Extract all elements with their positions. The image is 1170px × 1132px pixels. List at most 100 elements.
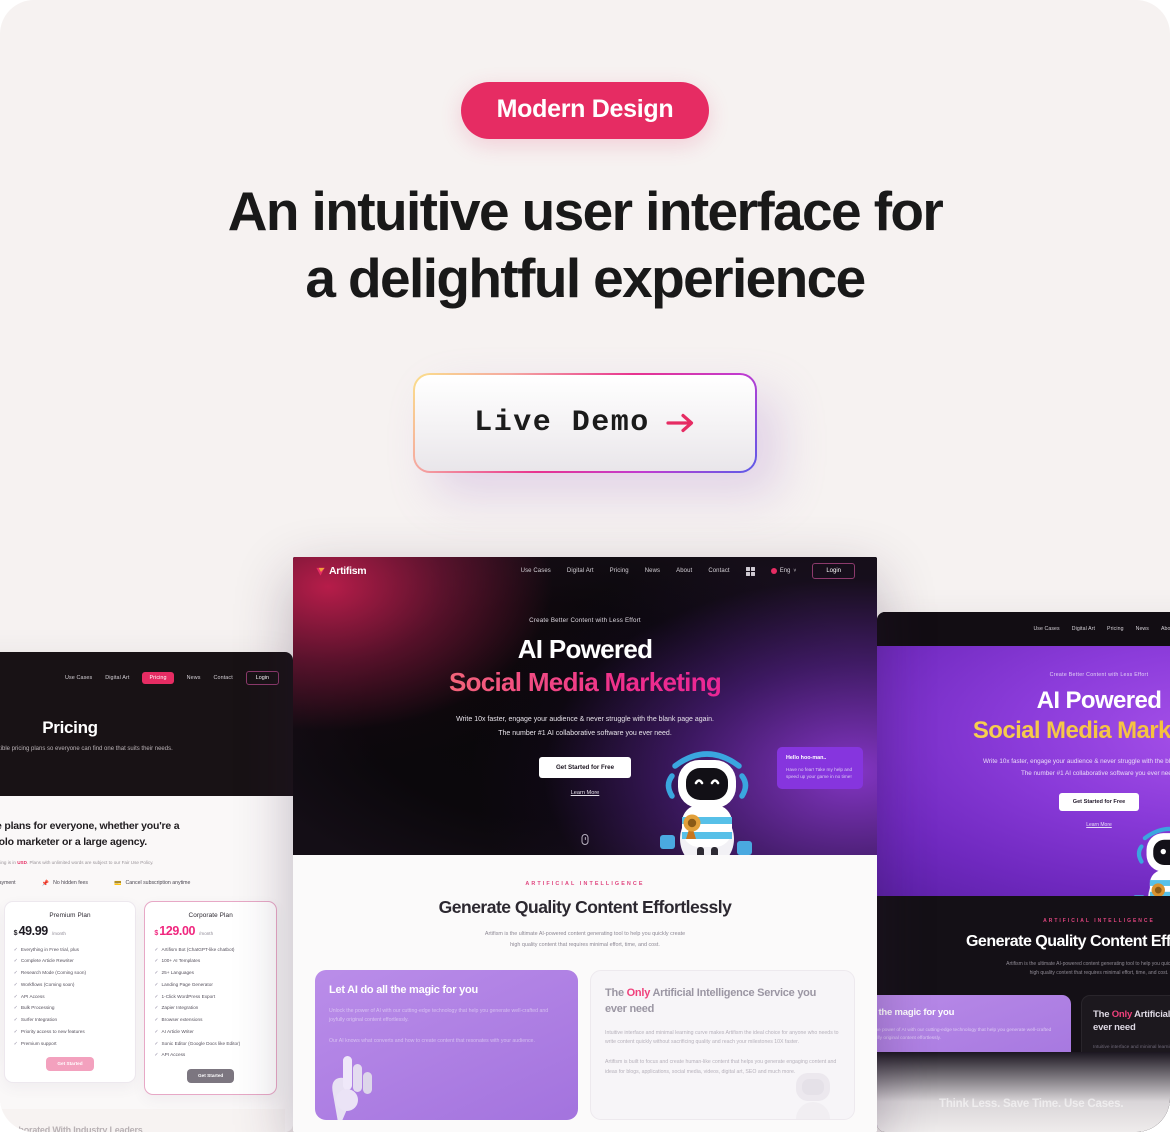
check-icon: ✓ bbox=[154, 970, 159, 977]
guarantee-secured-payment: 🔒100% secured payment bbox=[0, 880, 16, 887]
center-nav-pricing[interactable]: Pricing bbox=[610, 568, 629, 574]
center-nav-contact[interactable]: Contact bbox=[708, 568, 729, 574]
guarantee-label-0: 100% secured payment bbox=[0, 880, 16, 887]
check-icon: ✓ bbox=[13, 993, 18, 1000]
list-item: ✓ Workflows (Coming soon) bbox=[13, 981, 75, 988]
center-cards: Let AI do all the magic for you Unlock t… bbox=[293, 950, 877, 1121]
premium-period: /month bbox=[51, 930, 66, 936]
right-nav-news[interactable]: News bbox=[1136, 626, 1149, 632]
right-hero-kicker: Create Better Content with Less Effort bbox=[1049, 672, 1149, 678]
right-nav-digital-art[interactable]: Digital Art bbox=[1072, 626, 1095, 632]
left-hero-title: Pricing bbox=[42, 718, 98, 737]
center-navbar: Artifism Use Cases Digital Art Pricing N… bbox=[293, 557, 877, 585]
center-card-only-ai[interactable]: The Only Artificial Intelligence Service… bbox=[590, 970, 855, 1121]
check-icon: ✓ bbox=[154, 1052, 159, 1059]
corporate-amount: 129.00 bbox=[159, 923, 196, 938]
check-icon: ✓ bbox=[154, 993, 159, 1000]
check-icon: ✓ bbox=[154, 1028, 159, 1035]
center-hero-title-1: AI Powered bbox=[517, 634, 653, 664]
center-nav-about[interactable]: About bbox=[676, 568, 692, 574]
note-usd: USD bbox=[17, 859, 27, 865]
corporate-plan-name: Corporate Plan bbox=[188, 911, 233, 919]
center-card-magic[interactable]: Let AI do all the magic for you Unlock t… bbox=[315, 970, 578, 1121]
list-item: ✓ Priority access to new features bbox=[13, 1028, 85, 1035]
check-icon: ✓ bbox=[154, 1040, 159, 1047]
note-post: . Plans with unlimited words are subject… bbox=[26, 859, 154, 865]
center-nav-digital-art[interactable]: Digital Art bbox=[567, 568, 594, 574]
preview-left-pricing-panel[interactable]: Artifism Use Cases Digital Art Pricing N… bbox=[0, 652, 293, 1132]
right-hero: Create Better Content with Less Effort A… bbox=[877, 646, 1170, 896]
page-title: An intuitive user interface for a deligh… bbox=[0, 178, 1170, 312]
left-pricing-body: We have plans for everyone, whether you'… bbox=[0, 796, 293, 1132]
premium-cta-button[interactable]: Get Started bbox=[46, 1056, 94, 1071]
center-login-button[interactable]: Login bbox=[812, 563, 855, 579]
left-login-button[interactable]: Login bbox=[245, 671, 279, 685]
modern-design-badge: Modern Design bbox=[460, 82, 710, 139]
center-hero: Artifism Use Cases Digital Art Pricing N… bbox=[293, 557, 877, 855]
live-demo-button[interactable]: Live Demo bbox=[415, 375, 755, 471]
center-get-started-button[interactable]: Get Started for Free bbox=[538, 757, 632, 779]
grid-apps-icon[interactable] bbox=[745, 566, 755, 576]
list-item: ✓ Premium support bbox=[13, 1040, 57, 1047]
list-item: ✓ Landing Page Generator bbox=[154, 981, 213, 988]
live-demo-label: Live Demo bbox=[474, 406, 650, 440]
list-item: ✓ Surfer Integration bbox=[13, 1017, 58, 1024]
language-label: Eng bbox=[779, 568, 791, 574]
check-icon: ✓ bbox=[13, 970, 18, 977]
guarantee-cancel-anytime: 💳 Cancel subscription anytime bbox=[114, 880, 190, 887]
live-demo-gradient-border: Live Demo bbox=[413, 373, 757, 473]
right-nav-pricing[interactable]: Pricing bbox=[1107, 626, 1124, 632]
preview-right-purple-panel[interactable]: Use Cases Digital Art Pricing News About… bbox=[877, 612, 1170, 1132]
right-nav-links: Use Cases Digital Art Pricing News About… bbox=[1033, 622, 1170, 637]
corporate-cta-button[interactable]: Get Started bbox=[187, 1068, 235, 1083]
right-nav-about[interactable]: About bbox=[1161, 626, 1170, 632]
check-icon: ✓ bbox=[154, 946, 159, 953]
right-get-started-button[interactable]: Get Started for Free bbox=[1058, 793, 1140, 812]
center-section-desc: Artifism is the ultimate AI-powered cont… bbox=[484, 931, 686, 948]
center-card-a-p1: Unlock the power of AI with our cutting-… bbox=[329, 1008, 549, 1024]
center-nav-links: Use Cases Digital Art Pricing News About… bbox=[521, 563, 855, 579]
preview-stage: Artifism Use Cases Digital Art Pricing N… bbox=[0, 557, 1170, 1132]
premium-plan-name: Premium Plan bbox=[49, 911, 91, 919]
center-logo-text: Artifism bbox=[329, 565, 367, 577]
list-item: ✓ Browser extensions bbox=[154, 1017, 203, 1024]
right-section-title: Generate Quality Content Effortlessly bbox=[965, 933, 1170, 950]
list-item: ✓ 25+ Languages bbox=[154, 970, 195, 977]
headline-line-2: a delightful experience bbox=[305, 247, 866, 310]
center-nav-use-cases[interactable]: Use Cases bbox=[521, 568, 551, 574]
center-nav-news[interactable]: News bbox=[645, 568, 660, 574]
left-intro-line-1: We have plans for everyone, whether you'… bbox=[0, 820, 180, 832]
premium-features: ✓ Everything in Free trial, plus ✓ Complet… bbox=[14, 947, 127, 1047]
list-item: ✓ API Access bbox=[13, 993, 45, 1000]
left-partners-section: Collaborated With Industry Leaders Thous… bbox=[0, 1108, 285, 1132]
left-pricing-note: All pricing is in USD. Plans with unlimi… bbox=[0, 860, 285, 865]
center-section-title: Generate Quality Content Effortlessly bbox=[438, 897, 732, 917]
pricing-card-premium[interactable]: Premium Plan $ 49.99 /month ✓ Everything … bbox=[3, 900, 137, 1083]
right-nav-use-cases[interactable]: Use Cases bbox=[1033, 626, 1059, 632]
right-hero-title-2: Social Media Marketing bbox=[877, 717, 1170, 745]
preview-center-main-panel[interactable]: Artifism Use Cases Digital Art Pricing N… bbox=[293, 557, 877, 1132]
center-bubble-title: Hello hoo-man.. bbox=[786, 754, 827, 761]
landing-page: Modern Design An intuitive user interfac… bbox=[0, 0, 1170, 1132]
center-logo[interactable]: Artifism bbox=[315, 565, 367, 577]
left-nav-links: Use Cases Digital Art Pricing News Conta… bbox=[65, 671, 279, 685]
left-intro-heading: We have plans for everyone, whether you'… bbox=[0, 818, 285, 851]
robot-mascot-icon bbox=[660, 751, 752, 855]
left-nav-pricing-active[interactable]: Pricing bbox=[142, 672, 174, 684]
center-card-a-title: Let AI do all the magic for you bbox=[329, 984, 478, 997]
left-nav-news[interactable]: News bbox=[187, 675, 201, 681]
center-hero-kicker: Create Better Content with Less Effort bbox=[529, 617, 641, 624]
list-item: ✓ 100+ AI Templates bbox=[154, 958, 201, 965]
headline-line-1: An intuitive user interface for bbox=[227, 180, 944, 242]
pricing-card-corporate[interactable]: Corporate Plan $ 129.00 /month ✓ Artifism… bbox=[144, 900, 278, 1095]
left-nav-digital-art[interactable]: Digital Art bbox=[105, 675, 129, 681]
center-bubble-body: Have no fear! Take my help and speed up … bbox=[786, 766, 853, 780]
left-nav-use-cases[interactable]: Use Cases bbox=[65, 675, 92, 681]
language-selector[interactable]: Eng ˅ bbox=[770, 568, 796, 574]
language-flag-icon bbox=[770, 568, 777, 574]
center-hero-title-2: Social Media Marketing bbox=[293, 667, 877, 698]
center-learn-more-link[interactable]: Learn More bbox=[293, 790, 877, 796]
right-navbar: Use Cases Digital Art Pricing News About… bbox=[877, 612, 1170, 646]
guarantee-label-1: No hidden fees bbox=[53, 880, 89, 887]
left-nav-contact[interactable]: Contact bbox=[214, 675, 233, 681]
